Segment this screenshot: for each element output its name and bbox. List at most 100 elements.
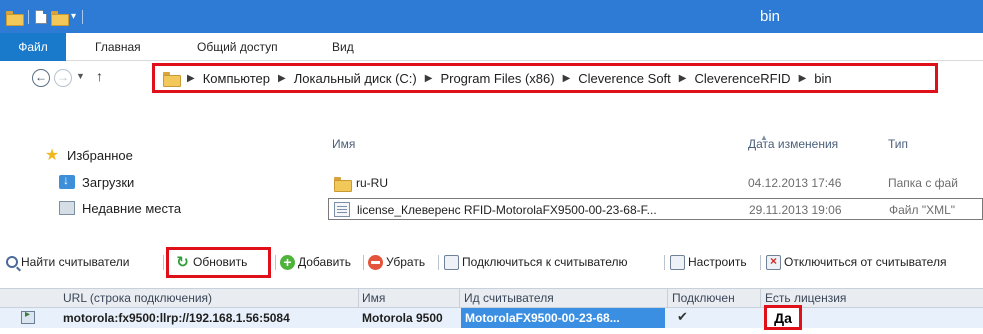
properties-icon[interactable] [35, 10, 47, 24]
toolbar-separator [163, 255, 164, 270]
folder-icon [6, 10, 24, 26]
file-type: Файл "XML" [889, 203, 956, 217]
breadcrumb: ▶ Компьютер ▶ Локальный диск (C:) ▶ Prog… [163, 71, 832, 87]
find-readers-label: Найти считыватели [21, 255, 130, 269]
reader-toolbar: Найти считыватели ↻ Обновить + Добавить … [0, 247, 983, 277]
column-header-name[interactable]: Имя [332, 137, 355, 151]
toolbar-separator [438, 255, 439, 270]
readers-grid: URL (строка подключения) Имя Ид считыват… [0, 288, 983, 334]
forward-button[interactable]: → [54, 69, 72, 87]
configure-button[interactable]: Настроить [670, 252, 747, 272]
address-bar[interactable]: ▶ Компьютер ▶ Локальный диск (C:) ▶ Prog… [152, 63, 938, 93]
refresh-highlight-frame [166, 247, 271, 278]
window-title: bin [759, 8, 781, 25]
add-button[interactable]: + Добавить [280, 252, 351, 272]
breadcrumb-item[interactable]: Локальный диск (C:) [294, 71, 417, 86]
column-header-type[interactable]: Тип [888, 137, 908, 151]
tab-share[interactable]: Общий доступ [197, 33, 278, 61]
remove-button[interactable]: Убрать [368, 252, 425, 272]
chevron-right-icon[interactable]: ▶ [799, 73, 807, 84]
find-readers-button[interactable]: Найти считыватели [6, 252, 130, 272]
toolbar-separator [28, 10, 29, 24]
nav-item-label: Загрузки [82, 174, 135, 190]
customize-toolbar-arrow-icon[interactable]: ▾ [71, 8, 76, 26]
column-divider[interactable] [667, 289, 668, 309]
column-header-url[interactable]: URL (строка подключения) [63, 291, 212, 305]
folder-icon [163, 72, 181, 87]
grid-header: URL (строка подключения) Имя Ид считыват… [0, 288, 983, 309]
add-label: Добавить [298, 255, 352, 269]
toolbar-separator [275, 255, 276, 270]
column-header-license[interactable]: Есть лицензия [765, 291, 846, 305]
nav-item-label: Избранное [67, 147, 133, 163]
file-row[interactable]: ru-RU 04.12.2013 17:46 Папка с фай [328, 172, 983, 194]
recent-places-icon [59, 201, 75, 215]
disconnect-icon [766, 254, 781, 270]
navigation-pane: ★ Избранное Загрузки Недавние места [0, 95, 320, 226]
file-row[interactable]: license_Клеверенс RFID-MotorolaFX9500-00… [328, 198, 983, 220]
search-icon [6, 256, 18, 268]
remove-icon [368, 254, 383, 270]
reader-manager-panel: Найти считыватели ↻ Обновить + Добавить … [0, 226, 983, 334]
table-row[interactable]: motorola:fx9500:llrp://192.168.1.56:5084… [0, 308, 983, 328]
nav-item-label: Недавние места [82, 200, 182, 216]
nav-item-downloads[interactable]: Загрузки [59, 172, 134, 192]
toolbar-separator [82, 10, 84, 24]
connect-label: Подключиться к считывателю [462, 255, 628, 269]
recent-locations-chevron-icon[interactable]: ▼ [76, 71, 85, 81]
chevron-right-icon[interactable]: ▶ [425, 73, 433, 84]
column-header-reader-id[interactable]: Ид считывателя [464, 291, 554, 305]
file-list: Имя ▲ Дата изменения Тип ru-RU 04.12.201… [320, 95, 983, 226]
file-explorer-window: ▾ bin Файл Главная Общий доступ Вид ← → … [0, 0, 983, 226]
configure-label: Настроить [688, 255, 747, 269]
tab-file[interactable]: Файл [0, 33, 66, 61]
xml-file-icon [334, 202, 350, 217]
tab-home[interactable]: Главная [95, 33, 141, 61]
reader-url-cell[interactable]: motorola:fx9500:llrp://192.168.1.56:5084 [63, 311, 290, 325]
disconnect-reader-button[interactable]: Отключиться от считывателя [766, 252, 946, 272]
reader-row-icon [21, 309, 35, 324]
file-date: 29.11.2013 19:06 [749, 203, 842, 217]
tab-view[interactable]: Вид [332, 33, 354, 61]
column-header-date[interactable]: Дата изменения [748, 137, 838, 151]
chevron-right-icon[interactable]: ▶ [187, 73, 195, 84]
nav-item-recent-places[interactable]: Недавние места [59, 198, 181, 218]
settings-icon [670, 254, 685, 270]
downloads-icon [59, 173, 75, 189]
title-bar: ▾ bin [0, 0, 983, 33]
column-header-name[interactable]: Имя [362, 291, 385, 305]
file-type: Папка с фай [888, 176, 958, 190]
star-icon: ★ [44, 147, 60, 164]
breadcrumb-item[interactable]: Program Files (x86) [440, 71, 554, 86]
chevron-right-icon[interactable]: ▶ [679, 73, 687, 84]
back-button[interactable]: ← [32, 69, 50, 87]
chevron-right-icon[interactable]: ▶ [278, 73, 286, 84]
connected-check-icon: ✔ [677, 309, 688, 324]
breadcrumb-item[interactable]: bin [814, 71, 831, 86]
file-name: license_Клеверенс RFID-MotorolaFX9500-00… [357, 203, 657, 217]
toolbar-separator [664, 255, 665, 270]
reader-id-cell[interactable]: MotorolaFX9500-00-23-68... [461, 308, 665, 328]
up-one-level-icon[interactable]: ↑ [96, 68, 103, 84]
connect-icon [444, 254, 459, 270]
disconnect-label: Отключиться от считывателя [784, 255, 947, 269]
add-icon: + [280, 254, 295, 270]
license-cell: Да [764, 305, 802, 330]
address-row: ← → ▼ ↑ ▶ Компьютер ▶ Локальный диск (C:… [0, 61, 983, 95]
breadcrumb-item[interactable]: Компьютер [203, 71, 270, 86]
column-divider[interactable] [760, 289, 761, 309]
file-name: ru-RU [356, 176, 388, 190]
column-header-connected[interactable]: Подключен [672, 291, 735, 305]
chevron-right-icon[interactable]: ▶ [563, 73, 571, 84]
breadcrumb-item[interactable]: CleverenceRFID [694, 71, 790, 86]
connect-reader-button[interactable]: Подключиться к считывателю [444, 252, 628, 272]
column-divider[interactable] [459, 289, 460, 309]
quick-access-toolbar: ▾ [6, 8, 85, 26]
reader-name-cell[interactable]: Motorola 9500 [362, 311, 443, 325]
nav-item-favorites[interactable]: ★ Избранное [44, 145, 133, 165]
column-divider[interactable] [358, 289, 359, 309]
breadcrumb-item[interactable]: Cleverence Soft [578, 71, 671, 86]
file-date: 04.12.2013 17:46 [748, 176, 842, 190]
new-folder-icon[interactable] [51, 10, 69, 26]
remove-label: Убрать [386, 255, 426, 269]
